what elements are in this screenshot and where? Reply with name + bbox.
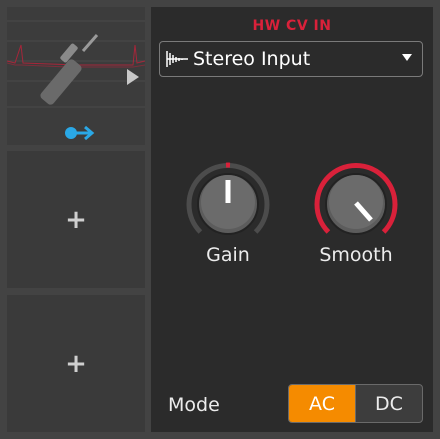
mode-label: Mode [168,394,220,416]
device-title: HW CV IN [252,18,332,34]
waveform-icon [166,51,188,67]
smooth-knob[interactable] [310,158,402,250]
add-icon[interactable]: + [65,207,87,233]
gain-knob[interactable] [182,158,274,250]
modulator-slot-3[interactable]: + [7,295,145,432]
arrow-right-icon[interactable] [59,121,99,145]
mode-toggle: AC DC [288,384,423,423]
mode-ac-button[interactable]: AC [289,385,355,422]
cable-plug-icon [40,34,99,105]
input-select[interactable]: Stereo Input [159,41,423,77]
device-panel: HW CV IN Stereo Input Gain Smooth Mode A… [151,7,433,432]
gain-label: Gain [206,244,250,266]
caret-down-icon [402,54,412,61]
expand-arrow-icon[interactable] [127,69,139,85]
modulator-slot-1[interactable] [7,7,145,145]
input-select-value: Stereo Input [193,48,311,70]
modulator-slot-2[interactable]: + [7,151,145,288]
add-icon[interactable]: + [65,351,87,377]
smooth-label: Smooth [319,244,393,266]
mode-dc-button[interactable]: DC [356,385,422,422]
modulator-scope [7,20,145,108]
